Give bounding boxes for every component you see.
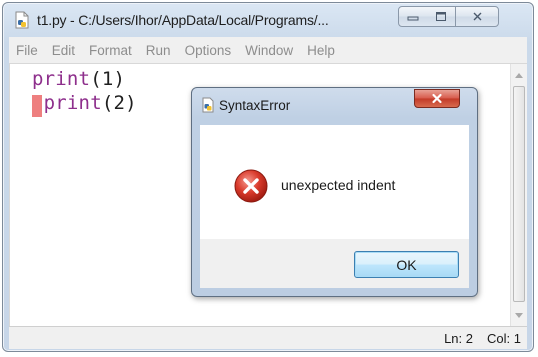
close-button[interactable] <box>455 6 499 27</box>
dialog-close-button[interactable] <box>414 89 460 108</box>
python-file-icon <box>15 11 29 29</box>
maximize-button[interactable] <box>427 6 455 27</box>
scroll-up-icon[interactable] <box>515 73 523 78</box>
ok-button[interactable]: OK <box>354 251 459 278</box>
menu-bar: File Edit Format Run Options Window Help <box>9 37 527 64</box>
menu-run[interactable]: Run <box>139 43 178 58</box>
minimize-icon <box>407 16 419 20</box>
close-icon <box>432 93 442 104</box>
menu-format[interactable]: Format <box>82 43 139 58</box>
error-message: unexpected indent <box>281 177 396 193</box>
vertical-scrollbar[interactable] <box>510 64 527 326</box>
menu-file[interactable]: File <box>9 43 45 58</box>
menu-edit[interactable]: Edit <box>45 43 82 58</box>
syntax-error-dialog: SyntaxError unexpected indent OK <box>191 87 478 297</box>
code-line-2: print(2) <box>32 92 137 114</box>
keyword-print: print <box>43 92 102 114</box>
code-line-1: print(1) <box>32 68 125 90</box>
maximize-icon <box>436 12 446 21</box>
close-icon <box>473 12 481 21</box>
menu-options[interactable]: Options <box>178 43 239 58</box>
status-column: Col: 1 <box>487 331 521 346</box>
window-title: t1.py - C:/Users/Ihor/AppData/Local/Prog… <box>37 12 329 28</box>
code-args: (1) <box>90 68 126 90</box>
dialog-title: SyntaxError <box>219 98 291 113</box>
menu-help[interactable]: Help <box>300 43 342 58</box>
scroll-down-icon[interactable] <box>515 313 523 318</box>
dialog-message-area: unexpected indent <box>200 125 469 239</box>
title-bar[interactable]: t1.py - C:/Users/Ihor/AppData/Local/Prog… <box>3 3 533 37</box>
python-file-icon <box>202 97 214 113</box>
scroll-thumb[interactable] <box>513 86 525 302</box>
code-args: (2) <box>101 92 137 114</box>
menu-window[interactable]: Window <box>238 43 300 58</box>
minimize-button[interactable] <box>398 6 428 27</box>
dialog-footer: OK <box>200 239 469 288</box>
status-bar: Ln: 2 Col: 1 <box>9 326 527 349</box>
error-icon <box>234 169 268 203</box>
status-line: Ln: 2 <box>444 331 473 346</box>
keyword-print: print <box>32 68 91 90</box>
